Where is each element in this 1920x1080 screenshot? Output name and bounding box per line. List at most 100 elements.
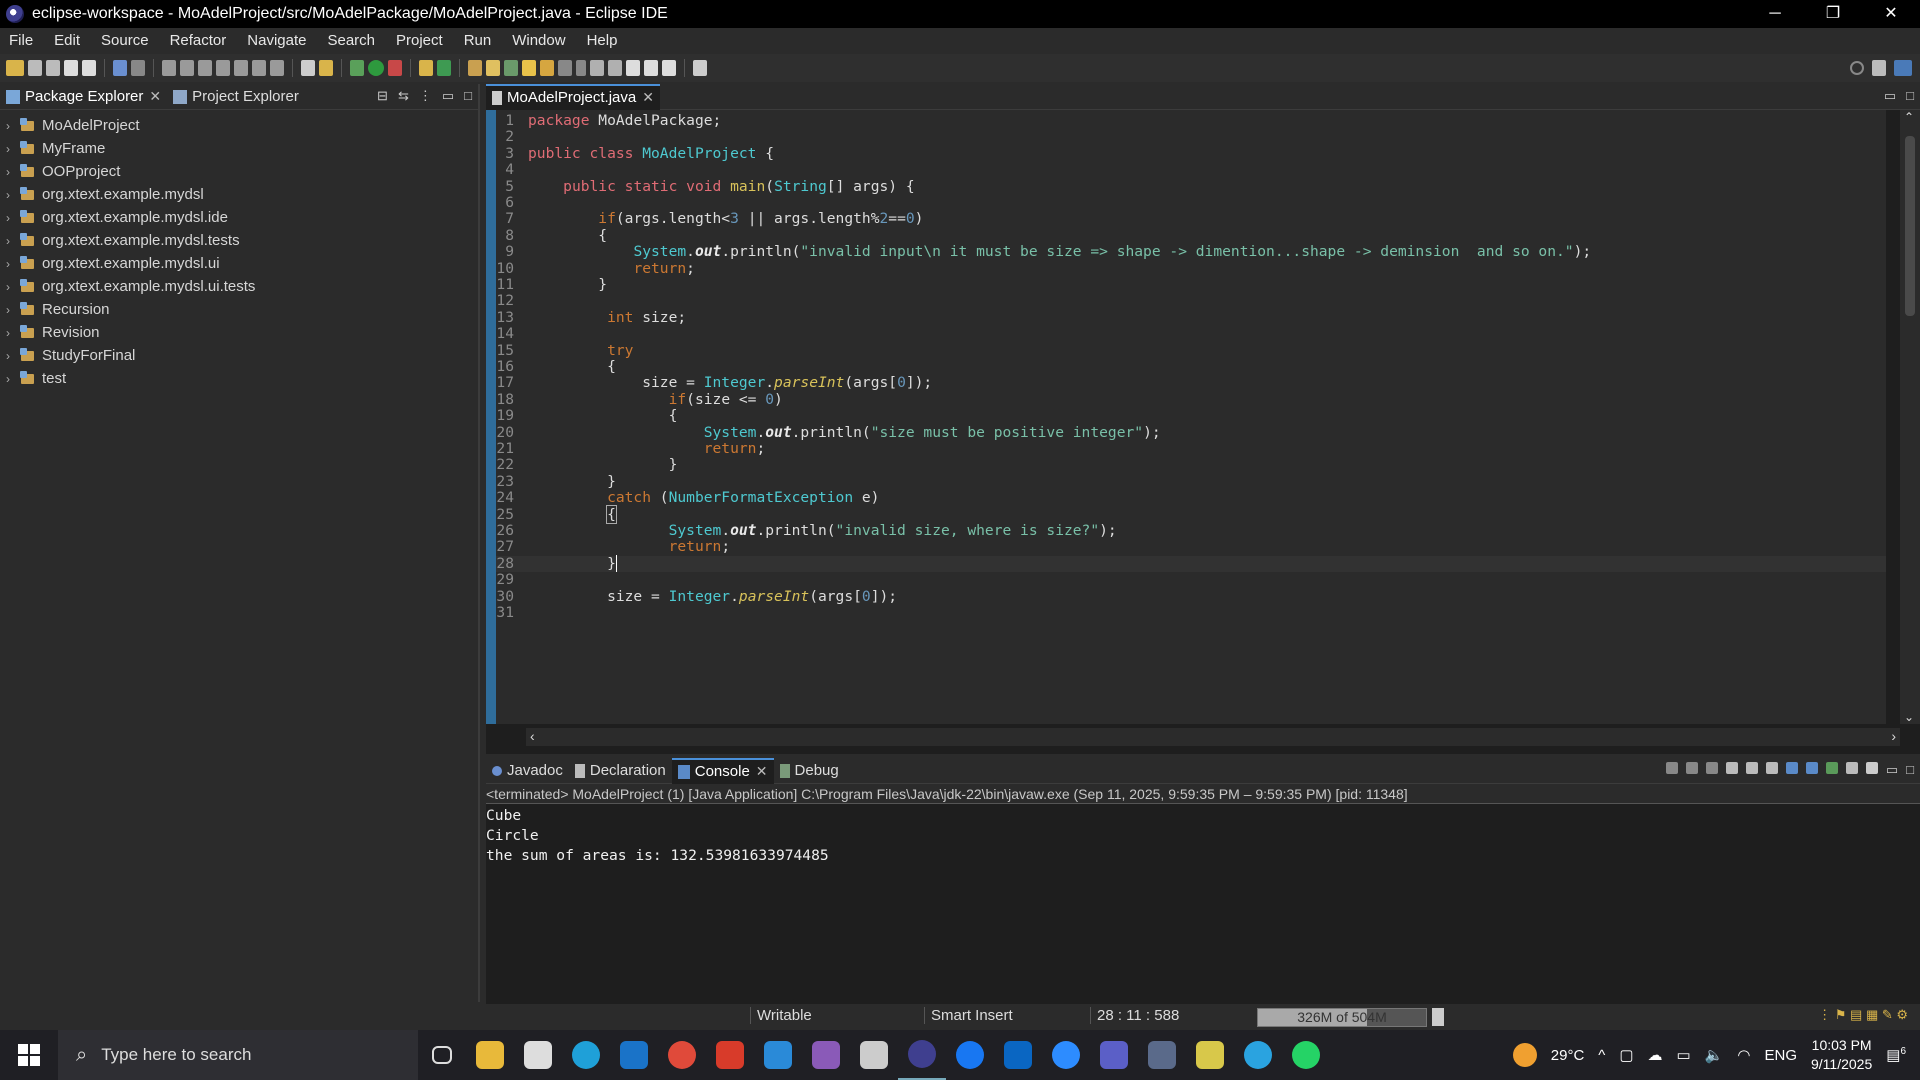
code-line[interactable]: 29 xyxy=(496,571,1886,588)
scroll-right-icon[interactable]: › xyxy=(1891,728,1896,744)
tree-item-project[interactable]: › org.xtext.example.mydsl.tests xyxy=(0,229,478,252)
chevron-right-icon[interactable]: › xyxy=(6,234,20,248)
taskbar-app-node[interactable] xyxy=(850,1030,898,1080)
code-line[interactable]: 5 public static void main(String[] args)… xyxy=(496,178,1886,195)
taskbar-app-sql-server[interactable] xyxy=(1138,1030,1186,1080)
menu-help[interactable]: Help xyxy=(578,32,630,49)
notification-icons[interactable]: ⋮ ⚑ ▤ ▦ ✎ ⚙ xyxy=(1818,1007,1908,1023)
code-line[interactable]: 9 System.out.println("invalid input\n it… xyxy=(496,243,1886,260)
tab-declaration[interactable]: Declaration xyxy=(569,758,672,784)
task-view-button[interactable] xyxy=(418,1030,466,1080)
close-icon[interactable]: ✕ xyxy=(642,89,654,106)
code-line[interactable]: 8 { xyxy=(496,227,1886,244)
code-line[interactable]: 19 { xyxy=(496,407,1886,424)
scroll-lock-icon[interactable] xyxy=(1745,762,1758,774)
menu-file[interactable]: File xyxy=(0,32,45,49)
taskbar-app-vscode[interactable] xyxy=(754,1030,802,1080)
restore-button[interactable]: ❐ xyxy=(1804,0,1862,28)
start-button[interactable] xyxy=(0,1030,58,1080)
code-line[interactable]: 26 System.out.println("invalid size, whe… xyxy=(496,522,1886,539)
last-edit-location-icon[interactable] xyxy=(626,60,640,76)
tab-console[interactable]: Console ✕ xyxy=(671,757,774,784)
input-language[interactable]: ENG xyxy=(1764,1047,1797,1064)
onedrive-icon[interactable]: ☁ xyxy=(1648,1046,1663,1064)
code-line[interactable]: 4 xyxy=(496,161,1886,178)
editor-scroll-thumb[interactable] xyxy=(1905,136,1915,316)
taskbar-app-zoom[interactable] xyxy=(1042,1030,1090,1080)
tree-item-project[interactable]: › org.xtext.example.mydsl.ide xyxy=(0,206,478,229)
tab-package-explorer[interactable]: Package Explorer ✕ xyxy=(0,84,167,110)
toggle-highlight-icon[interactable] xyxy=(522,60,536,76)
taskbar-app-eclipse[interactable] xyxy=(898,1030,946,1080)
new-icon[interactable] xyxy=(6,60,24,76)
code-line[interactable]: 18 if(size <= 0) xyxy=(496,391,1886,408)
tree-item-project[interactable]: › Revision xyxy=(0,321,478,344)
save-icon[interactable] xyxy=(28,60,42,76)
taskbar-app-notes[interactable] xyxy=(1186,1030,1234,1080)
run-icon[interactable] xyxy=(368,60,384,76)
notification-center-icon[interactable]: ▤6 xyxy=(1886,1046,1906,1064)
chevron-right-icon[interactable]: › xyxy=(6,303,20,317)
menu-edit[interactable]: Edit xyxy=(45,32,92,49)
open-perspective-icon[interactable] xyxy=(1872,60,1886,76)
code-line[interactable]: 7 if(args.length<3 || args.length%2==0) xyxy=(496,210,1886,227)
search-tool-icon[interactable] xyxy=(486,60,500,76)
meet-now-icon[interactable]: ▢ xyxy=(1619,1046,1633,1064)
new-java-project-icon[interactable] xyxy=(419,60,433,76)
code-area[interactable]: 1 package MoAdelPackage; 2 3 public class Mo… xyxy=(486,110,1886,724)
menu-navigate[interactable]: Navigate xyxy=(238,32,318,49)
tree-item-project[interactable]: › OOPproject xyxy=(0,160,478,183)
step-over-icon[interactable] xyxy=(252,60,266,76)
open-console-icon[interactable] xyxy=(1865,762,1878,774)
maximize-editor-icon[interactable]: □ xyxy=(1906,88,1914,104)
tree-item-project[interactable]: › org.xtext.example.mydsl.ui xyxy=(0,252,478,275)
chevron-right-icon[interactable]: › xyxy=(6,349,20,363)
chevron-right-icon[interactable]: › xyxy=(6,326,20,340)
tree-item-project[interactable]: › MoAdelProject xyxy=(0,114,478,137)
toggle-breadcrumb-icon[interactable] xyxy=(540,60,554,76)
close-icon[interactable]: ✕ xyxy=(756,763,768,780)
close-button[interactable]: ✕ xyxy=(1862,0,1920,28)
taskbar-app-chrome[interactable] xyxy=(658,1030,706,1080)
tab-debug[interactable]: Debug xyxy=(774,758,845,784)
menu-source[interactable]: Source xyxy=(92,32,161,49)
block-selection-icon[interactable] xyxy=(558,60,572,76)
show-whitespace-icon[interactable] xyxy=(576,60,586,76)
remove-all-terminated-icon[interactable] xyxy=(1705,762,1718,774)
close-icon[interactable]: ✕ xyxy=(149,88,161,105)
tab-javadoc[interactable]: Javadoc xyxy=(486,758,569,784)
code-line[interactable]: 28 } xyxy=(496,554,1886,573)
code-line[interactable]: 23 } xyxy=(496,473,1886,490)
taskbar-app-teams[interactable] xyxy=(1090,1030,1138,1080)
display-selected-console-icon[interactable] xyxy=(1845,762,1858,774)
taskbar-app-edge[interactable] xyxy=(562,1030,610,1080)
redo-icon[interactable] xyxy=(82,60,96,76)
code-line[interactable]: 17 size = Integer.parseInt(args[0]); xyxy=(496,374,1886,391)
scroll-left-icon[interactable]: ‹ xyxy=(530,728,535,744)
view-menu-icon[interactable]: ⋮ xyxy=(419,88,432,104)
taskbar-app-file-explorer[interactable] xyxy=(466,1030,514,1080)
tree-item-project[interactable]: › test xyxy=(0,367,478,390)
show-on-output-icon[interactable] xyxy=(1785,762,1798,774)
garbage-collect-icon[interactable] xyxy=(1432,1008,1444,1026)
taskbar-app-visual-studio[interactable] xyxy=(802,1030,850,1080)
remove-launch-icon[interactable] xyxy=(1685,762,1698,774)
code-line[interactable]: 24 catch (NumberFormatException e) xyxy=(496,489,1886,506)
code-line[interactable]: 22 } xyxy=(496,456,1886,473)
pin-editor-icon[interactable] xyxy=(693,60,707,76)
code-line[interactable]: 16 { xyxy=(496,358,1886,375)
code-line[interactable]: 30 size = Integer.parseInt(args[0]); xyxy=(496,588,1886,605)
code-line[interactable]: 2 xyxy=(496,128,1886,145)
code-line[interactable]: 27 return; xyxy=(496,538,1886,555)
taskbar-app-telegram[interactable] xyxy=(1234,1030,1282,1080)
terminate-icon[interactable] xyxy=(198,60,212,76)
code-line[interactable]: 1 package MoAdelPackage; xyxy=(496,112,1886,129)
pin-console-icon[interactable] xyxy=(1825,762,1838,774)
search-icon[interactable] xyxy=(1850,61,1864,75)
tree-item-project[interactable]: › StudyForFinal xyxy=(0,344,478,367)
scroll-up-icon[interactable]: ⌃ xyxy=(1904,110,1914,124)
tree-item-project[interactable]: › Recursion xyxy=(0,298,478,321)
temperature[interactable]: 29°C xyxy=(1551,1047,1585,1064)
previous-annotation-icon[interactable] xyxy=(608,60,622,76)
minimize-button[interactable]: ─ xyxy=(1746,0,1804,28)
